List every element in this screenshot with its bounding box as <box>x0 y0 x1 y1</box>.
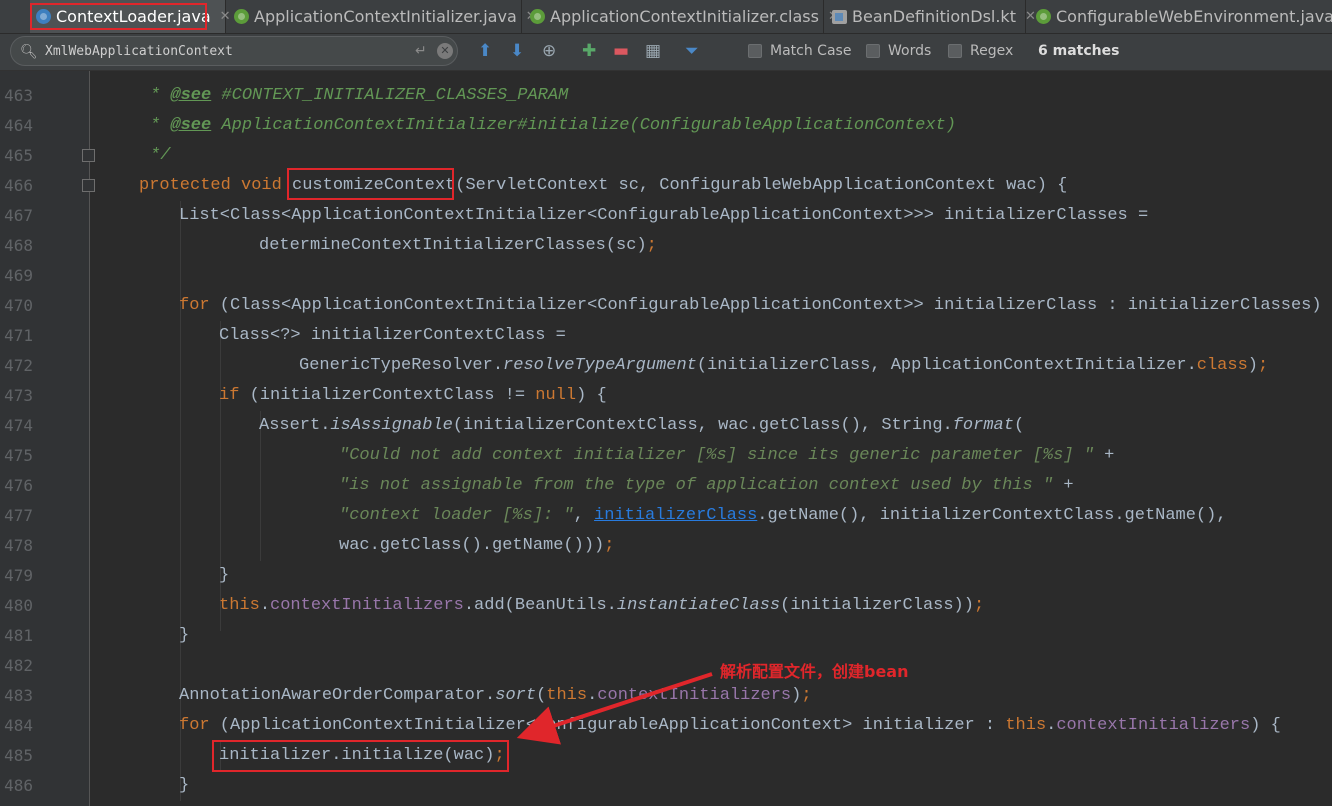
annotation-arrow <box>516 672 713 745</box>
annotation-label: 解析配置文件，创建bean <box>720 662 909 681</box>
